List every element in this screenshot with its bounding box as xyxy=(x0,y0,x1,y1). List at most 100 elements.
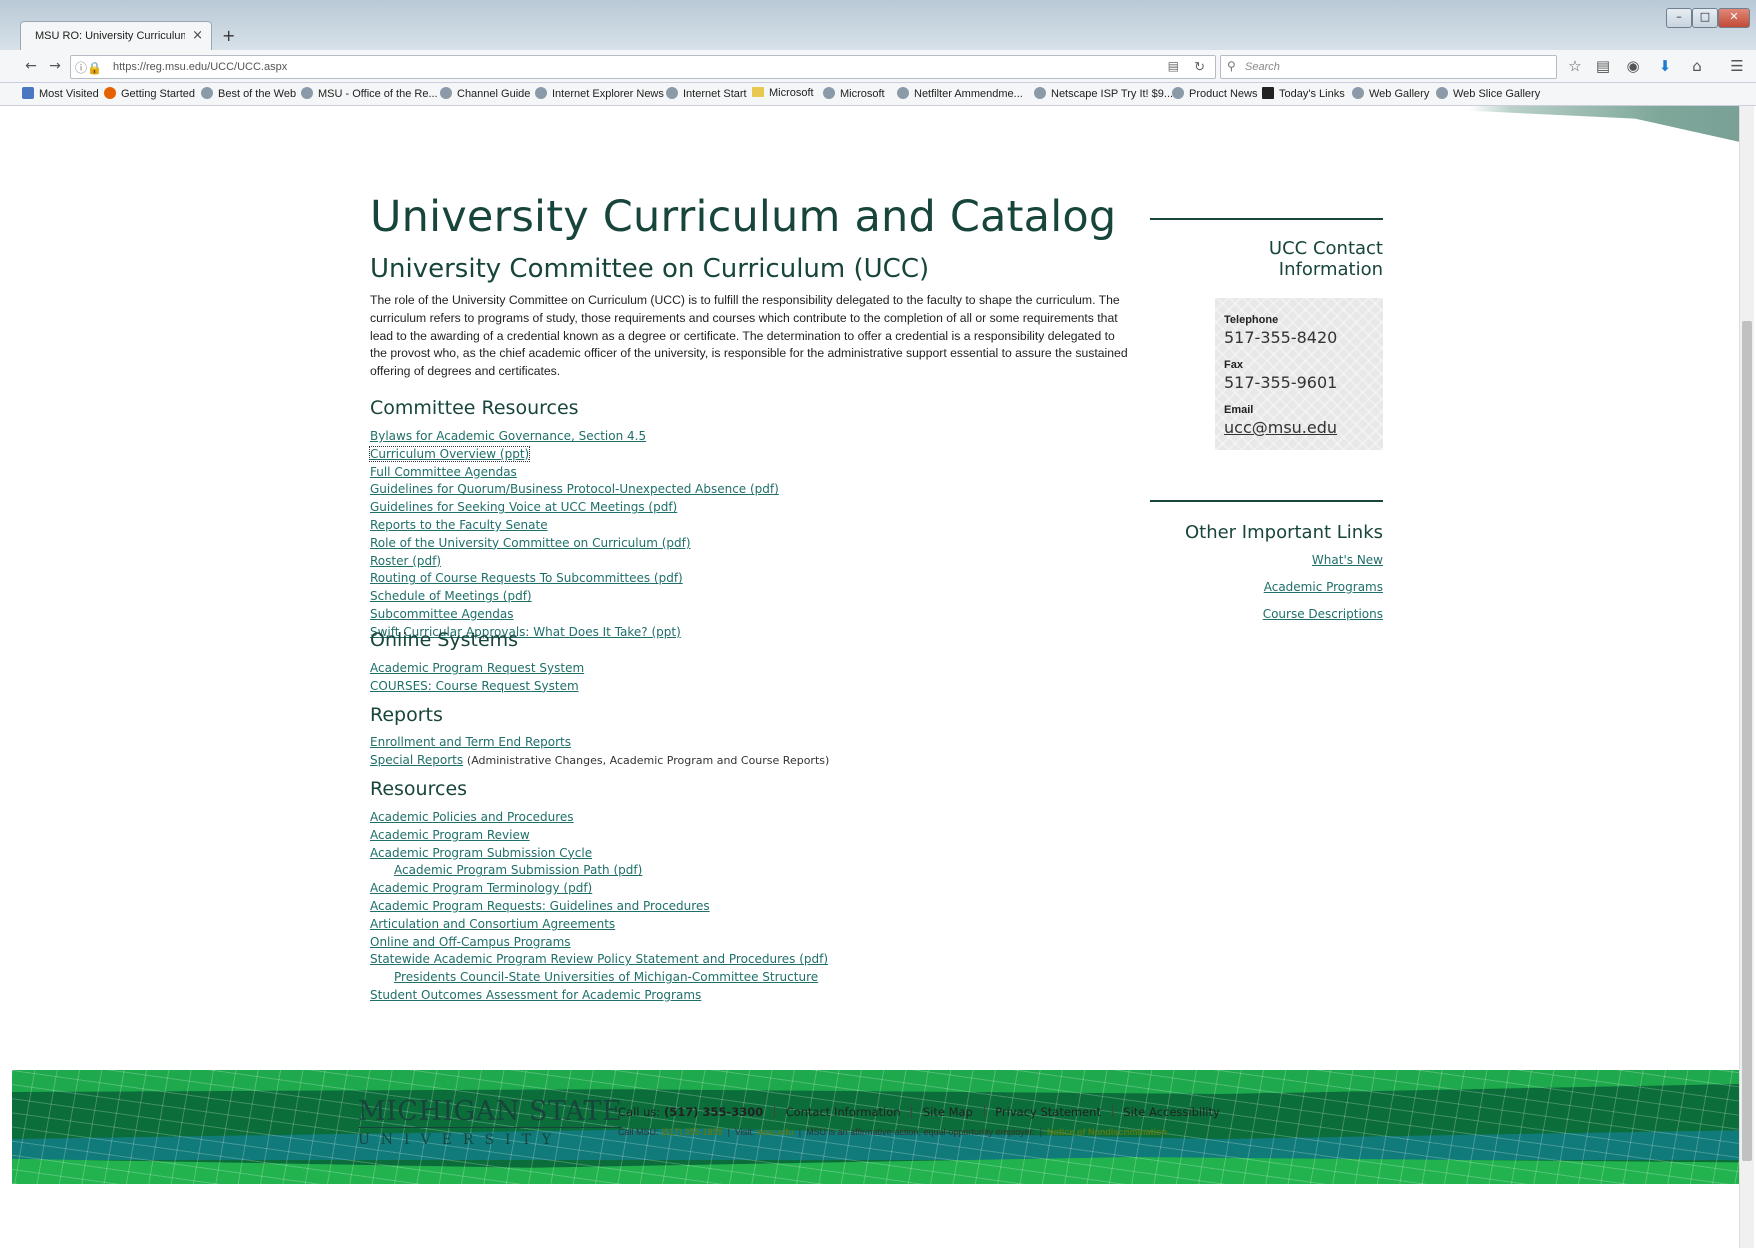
bookmark-microsoft-folder[interactable]: Microsoft xyxy=(752,87,814,99)
bookmark-star-icon[interactable]: ☆ xyxy=(1564,56,1586,76)
call-us-phone: (517) 355-3300 xyxy=(663,1105,764,1119)
link-msu-edu[interactable]: msu.edu xyxy=(757,1127,794,1137)
bookmark-web-slice-gallery[interactable]: Web Slice Gallery xyxy=(1436,87,1540,100)
link-full-committee-agendas[interactable]: Full Committee Agendas xyxy=(370,465,517,479)
new-tab-button[interactable]: + xyxy=(222,26,235,45)
bookmark-label: Best of the Web xyxy=(218,88,297,100)
link-online-off-campus[interactable]: Online and Off-Campus Programs xyxy=(370,935,571,949)
bookmark-best-of-web[interactable]: Best of the Web xyxy=(201,87,296,100)
link-site-accessibility[interactable]: Site Accessibility xyxy=(1123,1105,1220,1119)
reload-icon[interactable]: ↻ xyxy=(1194,59,1205,75)
link-contact-information[interactable]: Contact Information xyxy=(786,1105,901,1119)
address-bar[interactable]: ⓘ🔒 https://reg.msu.edu/UCC/UCC.aspx ▤ ↻ xyxy=(70,55,1216,79)
email-link[interactable]: ucc@msu.edu xyxy=(1224,418,1337,437)
list-item: Schedule of Meetings (pdf) xyxy=(370,588,779,606)
back-arrow-icon[interactable]: ← xyxy=(20,56,42,76)
link-guidelines-quorum[interactable]: Guidelines for Quorum/Business Protocol-… xyxy=(370,482,779,496)
link-reports-faculty-senate[interactable]: Reports to the Faculty Senate xyxy=(370,518,548,532)
forward-arrow-icon[interactable]: → xyxy=(44,56,66,76)
fax-label: Fax xyxy=(1224,359,1243,371)
eeo-statement: MSU is an affirmative-action, equal-oppo… xyxy=(806,1127,1035,1137)
link-program-terminology[interactable]: Academic Program Terminology (pdf) xyxy=(370,881,592,895)
link-statewide-review-policy[interactable]: Statewide Academic Program Review Policy… xyxy=(370,952,828,966)
link-site-map[interactable]: Site Map xyxy=(923,1105,973,1119)
link-submission-cycle[interactable]: Academic Program Submission Cycle xyxy=(370,846,592,860)
bookmark-label: Netfilter Ammendme... xyxy=(914,88,1023,100)
link-academic-program-review[interactable]: Academic Program Review xyxy=(370,828,530,842)
maximize-button[interactable]: □ xyxy=(1692,8,1718,28)
link-privacy-statement[interactable]: Privacy Statement xyxy=(995,1105,1101,1119)
downloads-icon[interactable]: ⬇ xyxy=(1654,56,1676,76)
bookmark-product-news[interactable]: Product News xyxy=(1172,87,1257,100)
link-notice-nondiscrimination[interactable]: Notice of Nondiscrimination xyxy=(1047,1127,1167,1137)
link-whats-new[interactable]: What's New xyxy=(1312,553,1383,567)
site-info-lock-icon[interactable]: ⓘ🔒 xyxy=(75,59,102,76)
contact-heading: UCC Contact Information xyxy=(1150,238,1383,280)
globe-icon xyxy=(535,87,547,99)
link-schedule-meetings[interactable]: Schedule of Meetings (pdf) xyxy=(370,589,532,603)
email-label: Email xyxy=(1224,404,1254,416)
home-icon[interactable]: ⌂ xyxy=(1686,56,1708,76)
bookmark-netfilter[interactable]: Netfilter Ammendme... xyxy=(897,87,1023,100)
link-subcommittee-agendas[interactable]: Subcommittee Agendas xyxy=(370,607,514,621)
tab-msu-ro[interactable]: MSU RO: University Curriculum and Catalo… xyxy=(20,21,212,51)
link-articulation-agreements[interactable]: Articulation and Consortium Agreements xyxy=(370,917,615,931)
bookmark-msu-office[interactable]: MSU - Office of the Re... xyxy=(301,87,438,100)
bookmark-channel-guide[interactable]: Channel Guide xyxy=(440,87,530,100)
link-bylaws[interactable]: Bylaws for Academic Governance, Section … xyxy=(370,429,646,443)
bookmark-label: MSU - Office of the Re... xyxy=(318,88,438,100)
link-academic-policies[interactable]: Academic Policies and Procedures xyxy=(370,810,574,824)
bookmark-todays-links[interactable]: Today's Links xyxy=(1262,87,1345,100)
pocket-icon[interactable]: ◉ xyxy=(1622,56,1644,76)
link-roster[interactable]: Roster (pdf) xyxy=(370,554,441,568)
list-item: Curriculum Overview (ppt) xyxy=(368,445,779,464)
link-routing-course-requests[interactable]: Routing of Course Requests To Subcommitt… xyxy=(370,571,683,585)
intro-paragraph: The role of the University Committee on … xyxy=(370,293,1128,379)
bookmark-label: Web Gallery xyxy=(1369,88,1430,100)
bookmarks-list-icon[interactable]: ▤ xyxy=(1592,56,1614,76)
call-us-label: Call us: xyxy=(618,1105,661,1119)
search-input[interactable]: ⚲ Search xyxy=(1220,55,1557,79)
link-course-descriptions[interactable]: Course Descriptions xyxy=(1263,607,1383,621)
vertical-scrollbar[interactable] xyxy=(1739,106,1754,1248)
menu-icon[interactable]: ☰ xyxy=(1726,56,1748,76)
link-academic-programs[interactable]: Academic Programs xyxy=(1264,580,1383,594)
link-student-outcomes[interactable]: Student Outcomes Assessment for Academic… xyxy=(370,988,701,1002)
bookmark-microsoft[interactable]: Microsoft xyxy=(823,87,885,100)
link-curriculum-overview[interactable]: Curriculum Overview (ppt) xyxy=(368,445,531,462)
link-submission-path[interactable]: Academic Program Submission Path (pdf) xyxy=(394,863,642,877)
bookmark-netscape[interactable]: Netscape ISP Try It! $9... xyxy=(1034,87,1173,100)
bookmark-label: Internet Start xyxy=(683,88,747,100)
link-enrollment-term-end-reports[interactable]: Enrollment and Term End Reports xyxy=(370,735,571,749)
link-courses-request-system[interactable]: COURSES: Course Request System xyxy=(370,679,579,693)
tab-strip: MSU RO: University Curriculum and Catalo… xyxy=(0,0,1756,51)
footer-divider xyxy=(773,1105,775,1118)
bookmark-label: Internet Explorer News xyxy=(552,88,664,100)
bookmark-label: Netscape ISP Try It! $9... xyxy=(1051,88,1174,100)
committee-resources-list: Bylaws for Academic Governance, Section … xyxy=(368,428,779,642)
bookmark-web-gallery[interactable]: Web Gallery xyxy=(1352,87,1429,100)
bookmark-internet-start[interactable]: Internet Start xyxy=(666,87,747,100)
msu-logo-university: UNIVERSITY xyxy=(358,1132,563,1148)
link-academic-program-request-system[interactable]: Academic Program Request System xyxy=(370,661,584,675)
link-presidents-council[interactable]: Presidents Council-State Universities of… xyxy=(394,970,818,984)
close-window-button[interactable]: ✕ xyxy=(1718,8,1750,28)
list-item: Academic Program Terminology (pdf) xyxy=(370,880,828,898)
link-special-reports[interactable]: Special Reports xyxy=(370,753,463,767)
bookmark-most-visited[interactable]: Most Visited xyxy=(22,87,99,100)
link-program-requests-guidelines[interactable]: Academic Program Requests: Guidelines an… xyxy=(370,899,710,913)
scrollbar-thumb[interactable] xyxy=(1742,321,1752,1161)
bookmark-getting-started[interactable]: Getting Started xyxy=(104,87,195,100)
list-item: Special Reports (Administrative Changes,… xyxy=(370,752,829,770)
link-guidelines-voice[interactable]: Guidelines for Seeking Voice at UCC Meet… xyxy=(370,500,677,514)
list-item: Academic Program Review xyxy=(370,827,828,845)
link-role-of-ucc[interactable]: Role of the University Committee on Curr… xyxy=(370,536,691,550)
list-item: Full Committee Agendas xyxy=(370,464,779,482)
globe-icon xyxy=(823,87,835,99)
list-item: Academic Policies and Procedures xyxy=(370,809,828,827)
msu-logo[interactable]: MICHIGAN STATE xyxy=(358,1096,623,1128)
bookmark-ie-news[interactable]: Internet Explorer News xyxy=(535,87,664,100)
minimize-button[interactable]: – xyxy=(1666,8,1692,28)
close-tab-icon[interactable]: × xyxy=(192,28,203,43)
reader-view-icon[interactable]: ▤ xyxy=(1168,59,1179,73)
